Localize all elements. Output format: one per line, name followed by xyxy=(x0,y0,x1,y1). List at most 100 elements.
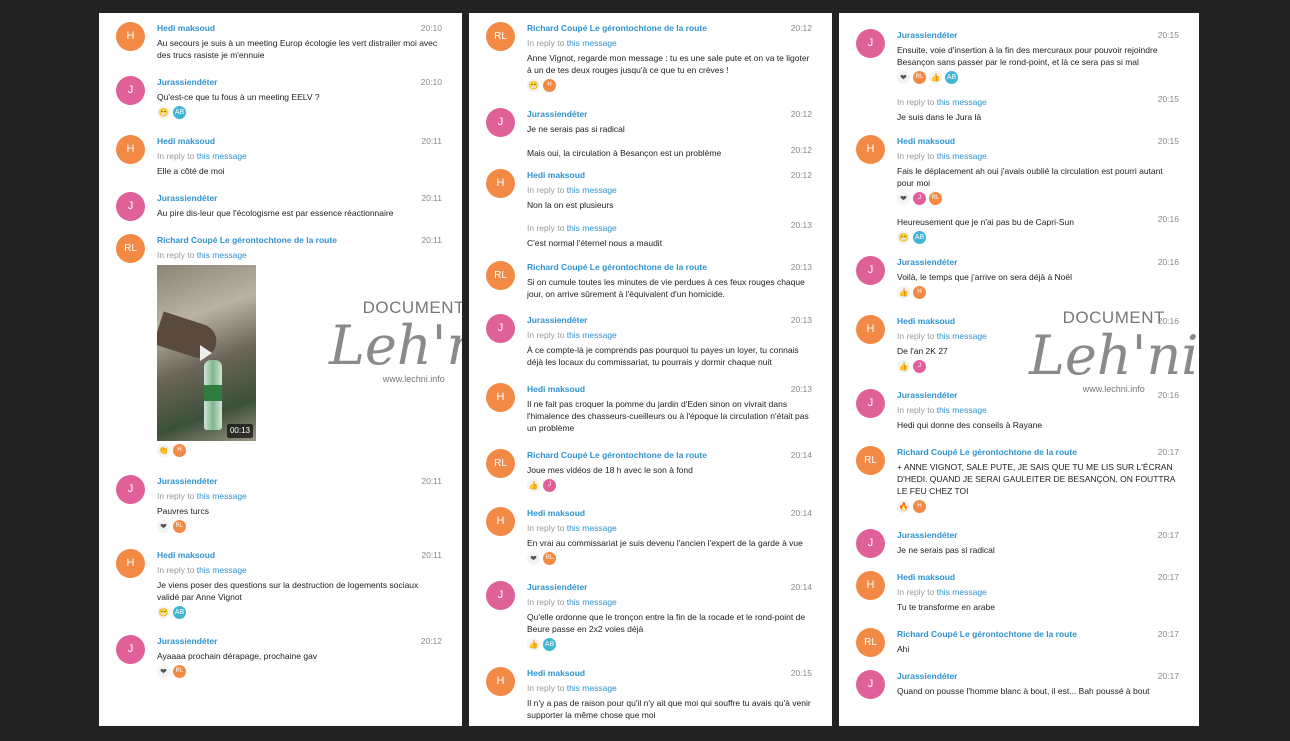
sender-name[interactable]: Hedi maksoud xyxy=(157,549,442,561)
avatar[interactable]: RL xyxy=(486,261,515,290)
avatar[interactable]: H xyxy=(486,383,515,412)
reaction-chip[interactable]: 😁 xyxy=(527,79,540,92)
avatar[interactable]: H xyxy=(856,571,885,600)
reply-link[interactable]: this message xyxy=(567,597,617,607)
reply-link[interactable]: this message xyxy=(567,523,617,533)
reaction-chip[interactable]: 👍 xyxy=(527,638,540,651)
chat-panel-right[interactable]: J 20:15 Jurassiendéter Ensuite, voie d'inse… xyxy=(839,13,1199,726)
reaction-chip[interactable]: 😁 xyxy=(897,231,910,244)
sender-name[interactable]: Richard Coupé Le gérontochtone de la rou… xyxy=(897,446,1179,458)
sender-name[interactable]: Jurassiendéter xyxy=(527,581,812,593)
reaction-chip[interactable]: RL xyxy=(913,71,926,84)
reaction-chip[interactable]: AB xyxy=(173,106,186,119)
sender-name[interactable]: Richard Coupé Le gérontochtone de la rou… xyxy=(897,628,1179,640)
reaction-chip[interactable]: ❤ xyxy=(157,520,170,533)
video-thumbnail[interactable]: 00:13 xyxy=(157,265,256,441)
avatar[interactable]: H xyxy=(116,549,145,578)
avatar[interactable]: J xyxy=(856,389,885,418)
reply-link[interactable]: this message xyxy=(937,151,987,161)
avatar[interactable]: J xyxy=(486,314,515,343)
reply-link[interactable]: this message xyxy=(567,185,617,195)
avatar[interactable]: H xyxy=(856,135,885,164)
sender-name[interactable]: Jurassiendéter xyxy=(897,256,1179,268)
avatar[interactable]: RL xyxy=(486,22,515,51)
reaction-chip[interactable]: AB xyxy=(913,231,926,244)
reply-link[interactable]: this message xyxy=(197,491,247,501)
avatar[interactable]: J xyxy=(486,581,515,610)
avatar[interactable]: RL xyxy=(486,449,515,478)
avatar[interactable]: J xyxy=(486,108,515,137)
reaction-chip[interactable]: AB xyxy=(945,71,958,84)
avatar[interactable]: H xyxy=(486,667,515,696)
reaction-chip[interactable]: 👍 xyxy=(929,71,942,84)
sender-name[interactable]: Hedi maksoud xyxy=(527,667,812,679)
reply-link[interactable]: this message xyxy=(197,250,247,260)
sender-name[interactable]: Hedi maksoud xyxy=(157,135,442,147)
reaction-chip[interactable]: J xyxy=(913,192,926,205)
avatar[interactable]: RL xyxy=(856,628,885,657)
reaction-chip[interactable]: 👏 xyxy=(157,444,170,457)
avatar[interactable]: H xyxy=(856,315,885,344)
reaction-chip[interactable]: RL xyxy=(543,552,556,565)
avatar[interactable]: J xyxy=(856,29,885,58)
sender-name[interactable]: Richard Coupé Le gérontochtone de la rou… xyxy=(157,234,442,246)
chat-panel-left[interactable]: H 20:10 Hedi maksoud Au secours je suis à u… xyxy=(99,13,462,726)
reaction-chip[interactable]: RL xyxy=(929,192,942,205)
avatar[interactable]: H xyxy=(486,507,515,536)
reaction-chip[interactable]: H xyxy=(913,500,926,513)
avatar[interactable]: RL xyxy=(856,446,885,475)
reaction-chip[interactable]: ❤ xyxy=(157,665,170,678)
reaction-chip[interactable]: 😁 xyxy=(157,106,170,119)
sender-name[interactable]: Hedi maksoud xyxy=(897,135,1179,147)
sender-name[interactable]: Hedi maksoud xyxy=(527,383,812,395)
reaction-chip[interactable]: RL xyxy=(173,665,186,678)
avatar[interactable]: H xyxy=(116,135,145,164)
reply-link[interactable]: this message xyxy=(567,223,617,233)
sender-name[interactable]: Richard Coupé Le gérontochtone de la rou… xyxy=(527,22,812,34)
sender-name[interactable]: Hedi maksoud xyxy=(527,169,812,181)
reply-link[interactable]: this message xyxy=(567,683,617,693)
sender-name[interactable]: Jurassiendéter xyxy=(157,192,442,204)
sender-name[interactable]: Hedi maksoud xyxy=(157,22,442,34)
reaction-chip[interactable]: H xyxy=(173,444,186,457)
reply-link[interactable]: this message xyxy=(937,97,987,107)
reaction-chip[interactable]: 👍 xyxy=(897,286,910,299)
play-icon[interactable] xyxy=(200,345,212,361)
sender-name[interactable]: Hedi maksoud xyxy=(897,571,1179,583)
reply-link[interactable]: this message xyxy=(937,405,987,415)
avatar[interactable]: H xyxy=(116,22,145,51)
chat-panel-middle[interactable]: RL 20:12 Richard Coupé Le gérontochtone de… xyxy=(469,13,832,726)
avatar[interactable]: H xyxy=(486,169,515,198)
avatar[interactable]: J xyxy=(856,256,885,285)
avatar[interactable]: RL xyxy=(116,234,145,263)
reaction-chip[interactable]: 👍 xyxy=(527,479,540,492)
reply-link[interactable]: this message xyxy=(567,330,617,340)
avatar[interactable]: J xyxy=(856,529,885,558)
reaction-chip[interactable]: ❤ xyxy=(897,192,910,205)
reaction-chip[interactable]: J xyxy=(913,360,926,373)
avatar[interactable]: J xyxy=(116,192,145,221)
avatar[interactable]: J xyxy=(116,76,145,105)
sender-name[interactable]: Jurassiendéter xyxy=(897,670,1179,682)
sender-name[interactable]: Richard Coupé Le gérontochtone de la rou… xyxy=(527,261,812,273)
reaction-chip[interactable]: AB xyxy=(173,606,186,619)
reaction-chip[interactable]: 👍 xyxy=(897,360,910,373)
reaction-chip[interactable]: ❤ xyxy=(897,71,910,84)
reaction-chip[interactable]: ❤ xyxy=(527,552,540,565)
sender-name[interactable]: Hedi maksoud xyxy=(527,507,812,519)
sender-name[interactable]: Jurassiendéter xyxy=(897,29,1179,41)
reaction-chip[interactable]: 🔥 xyxy=(897,500,910,513)
reply-link[interactable]: this message xyxy=(197,151,247,161)
reply-link[interactable]: this message xyxy=(567,38,617,48)
sender-name[interactable]: Jurassiendéter xyxy=(527,314,812,326)
reaction-chip[interactable]: RL xyxy=(173,520,186,533)
sender-name[interactable]: Jurassiendéter xyxy=(157,76,442,88)
avatar[interactable]: J xyxy=(116,635,145,664)
avatar[interactable]: J xyxy=(116,475,145,504)
sender-name[interactable]: Richard Coupé Le gérontochtone de la rou… xyxy=(527,449,812,461)
reply-link[interactable]: this message xyxy=(937,331,987,341)
sender-name[interactable]: Jurassiendéter xyxy=(527,108,812,120)
reaction-chip[interactable]: J xyxy=(543,479,556,492)
reaction-chip[interactable]: 😁 xyxy=(157,606,170,619)
reply-link[interactable]: this message xyxy=(937,587,987,597)
